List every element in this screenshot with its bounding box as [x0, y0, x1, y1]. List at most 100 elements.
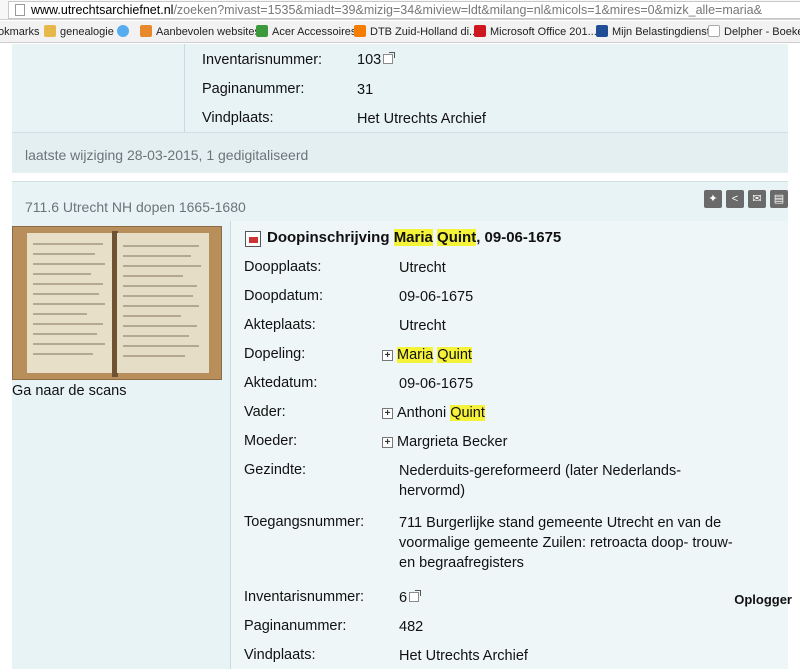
doopdatum-label: Doopdatum: — [244, 288, 323, 304]
oplogger-button[interactable]: Oplogger — [734, 592, 792, 607]
source-title: 711.6 Utrecht NH dopen 1665-1680 — [25, 199, 246, 215]
search-highlight-first-name[interactable]: Maria — [397, 347, 434, 363]
share-icon[interactable]: < — [726, 190, 744, 208]
handwriting-line — [123, 265, 201, 267]
handwriting-line — [123, 245, 199, 247]
bookmark-item-dtb[interactable]: DTB Zuid-Holland di... — [354, 25, 478, 39]
url-field[interactable]: www.utrechtsarchiefnet.nl/zoeken?mivast=… — [8, 1, 800, 19]
vader-value: + Anthoni Quint — [382, 405, 485, 421]
bookmark-item-bookmarks[interactable]: okmarks — [0, 25, 40, 39]
inventarisnummer-label: Inventarisnummer: — [202, 52, 323, 68]
paginanummer-value: 31 — [357, 82, 374, 98]
permalink-pin-icon[interactable]: ✦ — [704, 190, 722, 208]
paginanummer-label: Paginanummer: — [202, 81, 305, 97]
handwriting-line — [123, 255, 191, 257]
handwriting-line — [123, 335, 189, 337]
moeder-name[interactable]: Margrieta Becker — [397, 434, 507, 450]
inventarisnummer-label: Inventarisnummer: — [244, 589, 365, 605]
go-to-scans-link[interactable]: Ga naar de scans — [12, 383, 126, 399]
akteplaats-value: Utrecht — [399, 318, 446, 334]
inventarisnummer-text: 103 — [357, 52, 382, 68]
inventarisnummer-value[interactable]: 6 — [399, 590, 422, 606]
record-details: Doopinschrijving Maria Quint, 09-06-1675… — [230, 221, 788, 669]
vindplaats-value: Het Utrechts Archief — [399, 648, 528, 664]
bookmark-item-acer[interactable]: Acer Accessoires — [256, 25, 356, 39]
toegangsnummer-line: 711 Burgerlijke stand gemeente Utrecht e… — [399, 515, 722, 531]
vader-first-name[interactable]: Anthoni — [397, 405, 450, 421]
bookmark-item-delpher[interactable]: Delpher - Boeken I — [708, 25, 800, 39]
youtube-icon — [474, 25, 486, 37]
handwriting-line — [33, 293, 99, 295]
expand-person-icon[interactable]: + — [382, 350, 393, 361]
scan-left-page — [27, 233, 113, 373]
handwriting-line — [33, 323, 103, 325]
doopplaats-value: Utrecht — [399, 260, 446, 276]
handwriting-line — [123, 285, 197, 287]
bookmark-item-aanbevolen[interactable]: Aanbevolen websites — [140, 25, 260, 39]
search-highlight-first-name: Maria — [393, 229, 433, 246]
expand-person-icon[interactable]: + — [382, 408, 393, 419]
gezindte-value: Nederduits-gereformeerd (later Nederland… — [399, 461, 681, 501]
handwriting-line — [33, 353, 93, 355]
external-link-icon[interactable] — [383, 52, 396, 64]
bookmark-item-belastingdienst[interactable]: Mijn Belastingdienst — [596, 25, 710, 39]
search-highlight-last-name: Quint — [437, 229, 477, 246]
expand-person-icon[interactable]: + — [382, 437, 393, 448]
external-link-icon[interactable] — [409, 590, 422, 602]
doopdatum-value: 09-06-1675 — [399, 289, 474, 305]
handwriting-line — [33, 263, 105, 265]
bookmark-item-genealogie[interactable]: genealogie — [44, 25, 114, 39]
inventarisnummer-value[interactable]: 103 — [357, 52, 396, 68]
search-highlight-last-name[interactable]: Quint — [437, 347, 472, 363]
suggested-sites-icon — [140, 25, 152, 37]
email-icon[interactable]: ✉ — [748, 190, 766, 208]
bookmark-label: Acer Accessoires — [272, 26, 357, 38]
dopeling-label: Dopeling: — [244, 346, 306, 362]
scan-thumbnail[interactable] — [12, 226, 222, 380]
handwriting-line — [33, 313, 87, 315]
bookmark-label: genealogie — [60, 26, 114, 38]
gezindte-line: Nederduits-gereformeerd (later Nederland… — [399, 463, 682, 479]
bookmark-label: okmarks — [0, 26, 40, 38]
bookmark-item-twitter[interactable] — [117, 25, 133, 39]
akteplaats-label: Akteplaats: — [244, 317, 316, 333]
toegangsnummer-line: voormalige gemeente Zuilen: retroacta do… — [399, 535, 733, 551]
folder-icon — [44, 25, 56, 37]
last-modified-text: laatste wijziging 28-03-2015, 1 gedigita… — [25, 147, 309, 163]
scan-right-page — [117, 233, 209, 373]
vindplaats-value: Het Utrechts Archief — [357, 111, 486, 127]
record-title-suffix: , 09-06-1675 — [476, 229, 562, 246]
record-footer: laatste wijziging 28-03-2015, 1 gedigita… — [12, 132, 788, 173]
aktedatum-value: 09-06-1675 — [399, 376, 474, 392]
vader-label: Vader: — [244, 404, 286, 420]
handwriting-line — [33, 333, 97, 335]
inventarisnummer-text: 6 — [399, 590, 408, 606]
handwriting-line — [33, 273, 91, 275]
doopplaats-label: Doopplaats: — [244, 259, 322, 275]
record-panel-doopinschrijving: 711.6 Utrecht NH dopen 1665-1680 ✦ < ✉ ▤ — [12, 181, 788, 669]
page-icon — [15, 4, 25, 16]
bookmarks-bar: okmarks genealogie Aanbevolen websites A… — [0, 21, 800, 43]
handwriting-line — [33, 303, 105, 305]
bookmark-label: Aanbevolen websites — [156, 26, 260, 38]
address-bar: www.utrechtsarchiefnet.nl/zoeken?mivast=… — [0, 0, 800, 20]
handwriting-line — [33, 343, 105, 345]
bookmark-label: Mijn Belastingdienst — [612, 26, 710, 38]
moeder-value: + Margrieta Becker — [382, 434, 507, 450]
url-host: www.utrechtsarchiefnet.nl — [31, 3, 174, 17]
record-title: Doopinschrijving Maria Quint, 09-06-1675 — [267, 229, 561, 246]
handwriting-line — [33, 283, 103, 285]
record-title-prefix: Doopinschrijving — [267, 229, 394, 246]
gezindte-label: Gezindte: — [244, 462, 307, 478]
search-highlight-last-name[interactable]: Quint — [450, 405, 485, 421]
blogger-icon — [354, 25, 366, 37]
handwriting-line — [123, 345, 199, 347]
belastingdienst-icon — [596, 25, 608, 37]
handwriting-line — [123, 355, 185, 357]
print-icon[interactable]: ▤ — [770, 190, 788, 208]
toegangsnummer-label: Toegangsnummer: — [244, 514, 365, 530]
bookmark-item-office[interactable]: Microsoft Office 201... — [474, 25, 597, 39]
handwriting-line — [123, 305, 199, 307]
page-content: Inventarisnummer: 103 Paginanummer: 31 V… — [0, 44, 800, 669]
toegangsnummer-value: 711 Burgerlijke stand gemeente Utrecht e… — [399, 513, 733, 573]
